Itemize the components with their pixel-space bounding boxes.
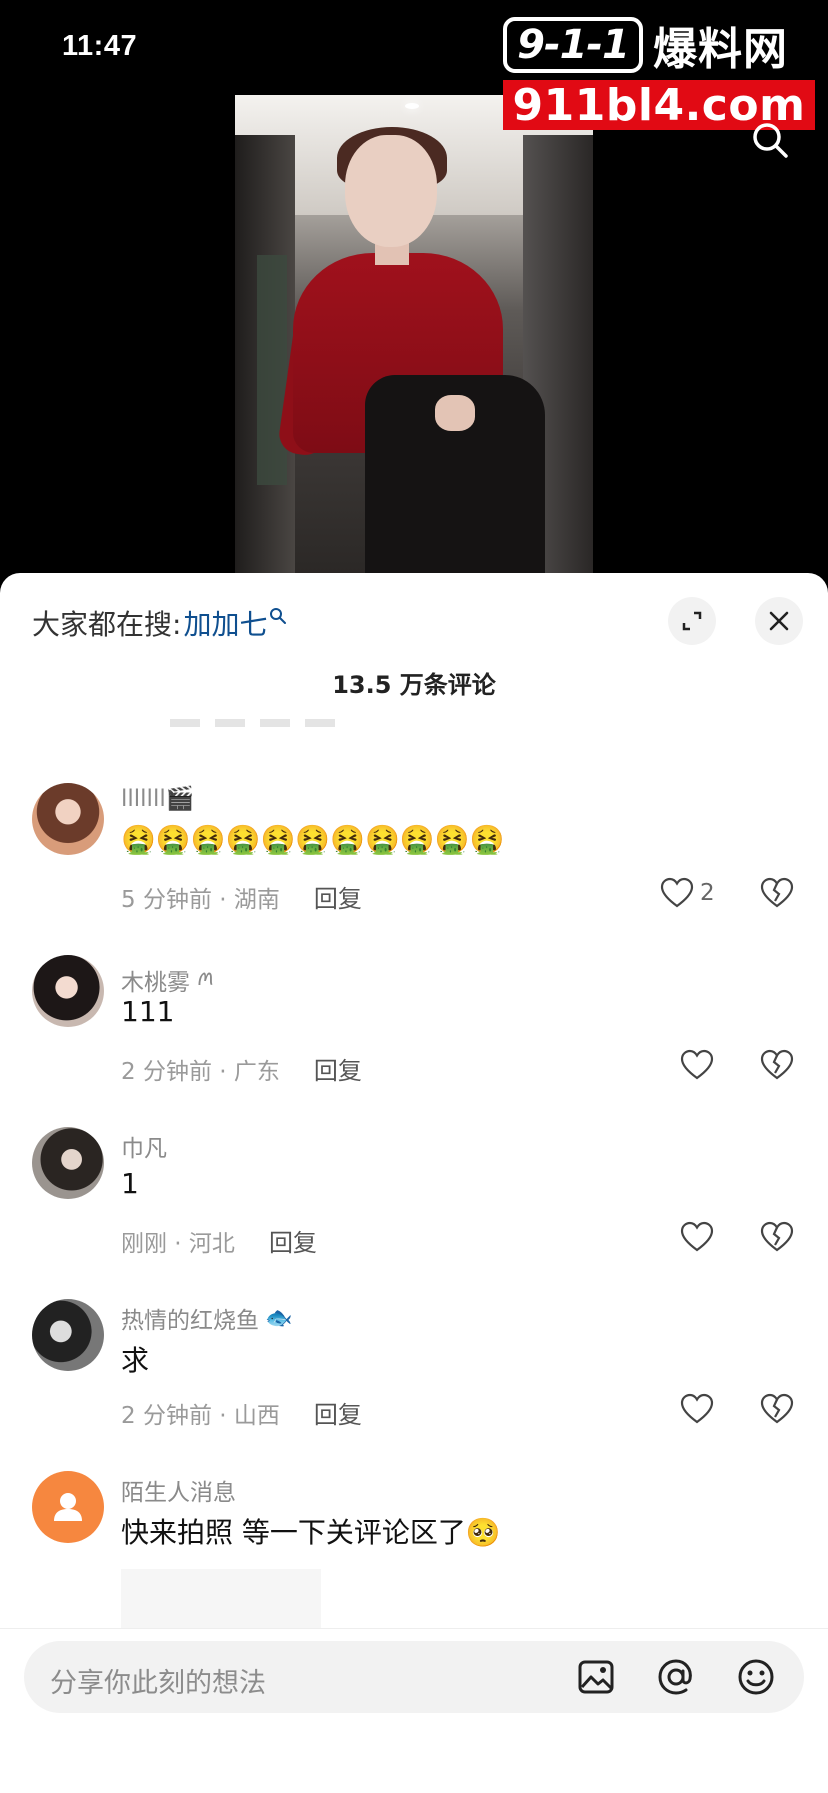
comment-item[interactable]: 巾凡 1 刚刚 · 河北 回复 <box>0 1127 828 1277</box>
expand-icon <box>682 611 702 631</box>
broken-heart-icon[interactable] <box>760 1049 794 1081</box>
heart-icon[interactable] <box>680 1049 714 1081</box>
reply-button[interactable]: 回复 <box>314 1051 362 1086</box>
comment-image[interactable] <box>121 1569 321 1629</box>
comment-username[interactable]: 热情的红烧鱼 🐟 <box>121 1301 292 1335</box>
hot-search-prefix: 大家都在搜: <box>32 608 182 641</box>
comment-text: 🤮🤮🤮🤮🤮🤮🤮🤮🤮🤮🤮 <box>121 823 505 856</box>
comment-text: 快来拍照 等一下关评论区了🥺 <box>121 1516 501 1549</box>
comment-username-text: 热情的红烧鱼 <box>121 1308 259 1334</box>
comment-count: 13.5 万条评论 <box>332 671 496 699</box>
comment-text: 111 <box>121 995 175 1028</box>
comment-username-text: 木桃雾 <box>121 970 190 996</box>
broken-heart-icon[interactable] <box>760 1221 794 1253</box>
comment-time-location: 刚刚 · 河北 <box>121 1230 235 1257</box>
status-time: 11:47 <box>62 30 138 62</box>
heart-icon[interactable] <box>680 1393 714 1425</box>
logo-badge: 9-1-1 <box>503 17 643 73</box>
video-area[interactable]: 11:47 9-1-1 爆料网 911bl4.com <box>0 0 828 575</box>
user-tag: ꪔ <box>196 966 216 991</box>
user-tag: 🐟 <box>265 1305 293 1331</box>
comment-time-location: 2 分钟前 · 广东 <box>121 1058 280 1085</box>
like-button[interactable]: 2 <box>660 877 715 909</box>
heart-icon[interactable] <box>680 1221 714 1253</box>
comment-item[interactable]: 木桃雾 ꪔ 111 2 分钟前 · 广东 回复 <box>0 955 828 1105</box>
close-icon <box>769 611 789 631</box>
logo-cn-text: 爆料网 <box>653 24 788 75</box>
like-count: 2 <box>700 880 715 906</box>
comment-username[interactable]: 陌生人消息 <box>121 1473 236 1507</box>
clipped-comment <box>170 719 345 727</box>
image-icon[interactable] <box>576 1657 616 1697</box>
user-icon <box>54 1493 82 1521</box>
comment-input-placeholder: 分享你此刻的想法 <box>50 1668 266 1699</box>
search-icon[interactable] <box>748 118 792 162</box>
comment-input[interactable]: 分享你此刻的想法 <box>24 1641 804 1713</box>
comment-item[interactable]: 热情的红烧鱼 🐟 求 2 分钟前 · 山西 回复 <box>0 1299 828 1449</box>
comment-sheet: 大家都在搜: 加加七 13.5 万条评论 lllllll🎬 🤮🤮🤮🤮🤮🤮🤮🤮🤮🤮… <box>0 573 828 1792</box>
watermark-logo: 9-1-1 爆料网 911bl4.com <box>503 14 815 132</box>
hot-search-term[interactable]: 加加七 <box>183 603 267 643</box>
expand-button[interactable] <box>668 597 716 645</box>
video-frame[interactable] <box>235 95 593 575</box>
search-icon <box>270 608 287 624</box>
emoji-icon[interactable] <box>736 1657 776 1697</box>
avatar[interactable] <box>32 783 104 855</box>
hot-search[interactable]: 大家都在搜: 加加七 <box>32 603 287 643</box>
comment-time-location: 5 分钟前 · 湖南 <box>121 886 280 913</box>
reply-button[interactable]: 回复 <box>314 879 362 914</box>
close-button[interactable] <box>755 597 803 645</box>
comment-username[interactable]: 巾凡 <box>121 1129 167 1163</box>
avatar[interactable] <box>32 955 104 1027</box>
comment-input-bar: 分享你此刻的想法 <box>0 1628 828 1793</box>
comment-item[interactable]: lllllll🎬 🤮🤮🤮🤮🤮🤮🤮🤮🤮🤮🤮 5 分钟前 · 湖南 回复 2 <box>0 783 828 933</box>
broken-heart-icon[interactable] <box>760 1393 794 1425</box>
comment-text: 求 <box>121 1344 150 1377</box>
avatar[interactable] <box>32 1127 104 1199</box>
mention-icon[interactable] <box>656 1657 696 1697</box>
heart-icon <box>660 877 694 908</box>
reply-button[interactable]: 回复 <box>269 1223 317 1258</box>
avatar[interactable] <box>32 1299 104 1371</box>
comment-time-location: 2 分钟前 · 山西 <box>121 1402 280 1429</box>
comment-text: 1 <box>121 1167 139 1200</box>
comment-username[interactable]: lllllll🎬 <box>121 785 194 812</box>
avatar[interactable] <box>32 1471 104 1543</box>
broken-heart-icon[interactable] <box>760 877 794 909</box>
reply-button[interactable]: 回复 <box>314 1395 362 1430</box>
